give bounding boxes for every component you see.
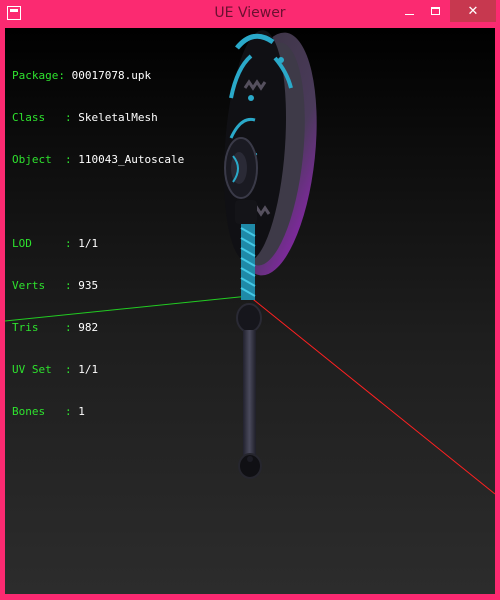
info-row-tris: Tris : 982 (12, 321, 184, 335)
info-row-verts: Verts : 935 (12, 279, 184, 293)
info-value: 935 (78, 279, 99, 292)
info-row-package: Package: 00017078.upk (12, 69, 184, 83)
info-row-class: Class : SkeletalMesh (12, 111, 184, 125)
info-value: 982 (78, 321, 99, 334)
info-key: LOD : (12, 237, 72, 250)
info-key: Package: (12, 69, 65, 82)
info-key: Object : (12, 153, 72, 166)
close-icon: ✕ (467, 3, 479, 19)
info-key: Tris : (12, 321, 72, 334)
3d-viewport[interactable]: Package: 00017078.upk Class : SkeletalMe… (5, 28, 495, 594)
maximize-button[interactable] (422, 0, 448, 22)
info-spacer (12, 195, 184, 209)
info-key: Class : (12, 111, 72, 124)
info-row-lod: LOD : 1/1 (12, 237, 184, 251)
info-value: SkeletalMesh (78, 111, 158, 124)
close-button[interactable]: ✕ (450, 0, 496, 22)
info-value: 1/1 (78, 237, 99, 250)
weapon-mesh (223, 30, 317, 479)
info-row-bones: Bones : 1 (12, 405, 184, 419)
info-value: 1 (78, 405, 85, 418)
info-value: 00017078.upk (71, 69, 152, 82)
minimize-icon (404, 13, 414, 15)
info-key: Verts : (12, 279, 72, 292)
axis-x-line (248, 295, 495, 495)
mesh-info-overlay: Package: 00017078.upk Class : SkeletalMe… (12, 41, 184, 447)
maximize-icon (430, 7, 440, 15)
info-value: 110043_Autoscale (78, 153, 185, 166)
info-key: Bones : (12, 405, 72, 418)
title-bar[interactable]: UE Viewer ✕ (0, 0, 500, 28)
info-row-object: Object : 110043_Autoscale (12, 153, 184, 167)
app-window: UE Viewer ✕ Package: 00017078.upk Class … (0, 0, 500, 600)
info-row-uvset: UV Set : 1/1 (12, 363, 184, 377)
info-value: 1/1 (78, 363, 99, 376)
info-key: UV Set : (12, 363, 72, 376)
minimize-button[interactable] (396, 0, 422, 22)
